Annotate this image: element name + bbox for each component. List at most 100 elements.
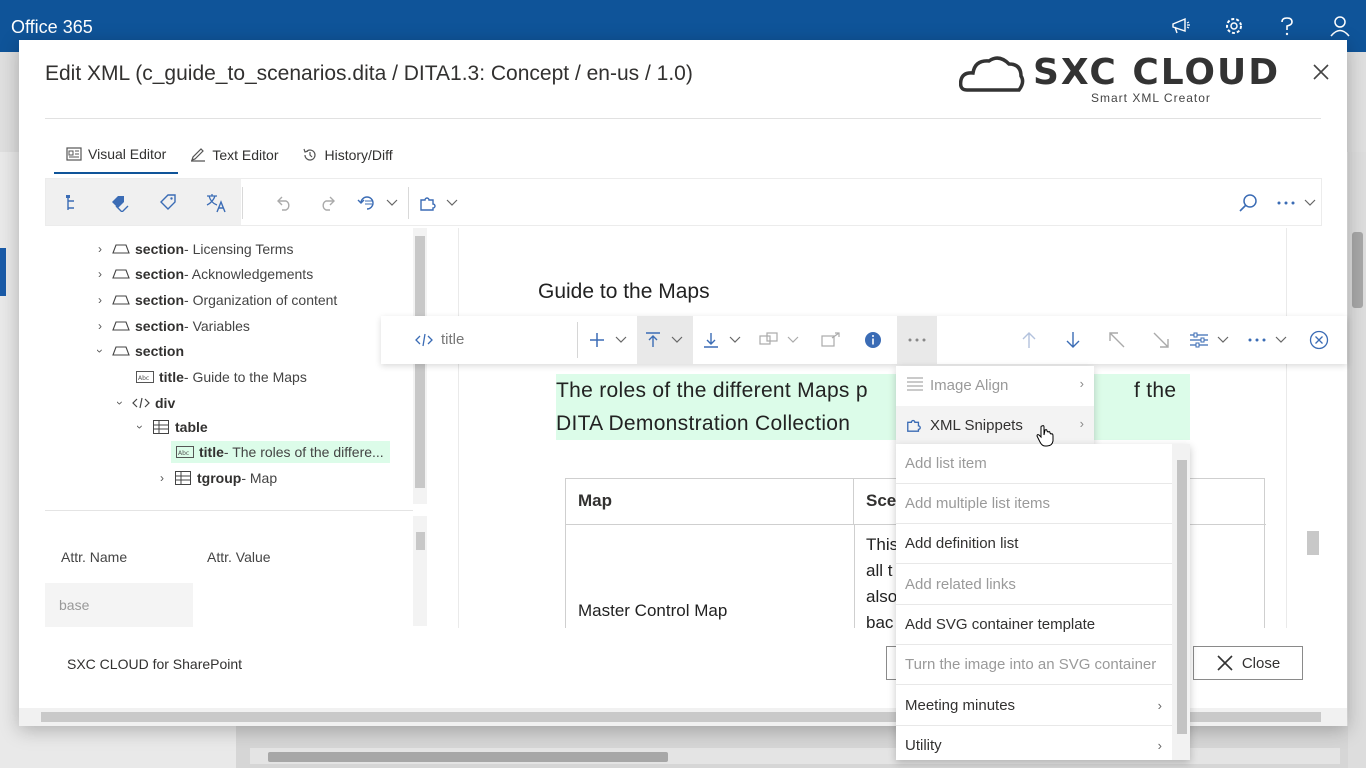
table-title-selected[interactable]: The roles of the different Maps p f the … [556, 374, 1190, 440]
help-icon[interactable] [1275, 14, 1299, 38]
chevron-down-icon[interactable] [665, 328, 689, 352]
move-down-icon[interactable] [1061, 328, 1085, 352]
megaphone-icon[interactable] [1169, 14, 1193, 38]
snippet-puzzle-icon[interactable] [416, 191, 440, 215]
o365-title[interactable]: Office 365 [11, 17, 93, 38]
gear-icon[interactable] [1222, 14, 1246, 38]
chevron-down-icon[interactable] [380, 191, 404, 215]
chevron-down-icon[interactable] [1269, 328, 1293, 352]
attr-scroll-thumb[interactable] [416, 532, 425, 550]
user-icon[interactable] [1328, 14, 1352, 38]
close-toolbar-icon[interactable] [1307, 328, 1331, 352]
tree-item[interactable]: › section - Acknowledgements [93, 263, 313, 285]
table-cell-desc-3[interactable]: also [866, 587, 897, 607]
chevron-down-icon[interactable] [723, 328, 747, 352]
convert-icon[interactable] [356, 191, 380, 215]
tree-view-icon[interactable] [60, 191, 84, 215]
chevron-right-icon[interactable]: › [93, 319, 107, 333]
tree-tag: section [135, 241, 185, 257]
table-cell-desc-2[interactable]: all t [866, 561, 892, 581]
snippet-add-related-links[interactable]: Add related links [896, 565, 1172, 605]
chevron-down-icon[interactable]: › [93, 344, 107, 358]
background-hscroll-thumb[interactable] [268, 752, 668, 762]
chevron-down-icon[interactable]: › [133, 420, 147, 434]
chevron-right-icon[interactable]: › [93, 293, 107, 307]
more-icon[interactable] [905, 328, 929, 352]
redo-icon[interactable] [316, 191, 340, 215]
snippet-label: Add related links [905, 576, 1016, 593]
snippet-add-multiple-list-items[interactable]: Add multiple list items [896, 484, 1172, 524]
demote-icon[interactable] [1149, 328, 1173, 352]
add-element-icon[interactable] [585, 328, 609, 352]
snippet-label: Add list item [905, 455, 987, 472]
tree-item[interactable]: › tgroup - Map [155, 467, 277, 489]
table-cell-desc-1[interactable]: This [866, 535, 898, 555]
snippet-utility[interactable]: Utility › [896, 726, 1172, 760]
translate-icon[interactable] [204, 191, 228, 215]
chevron-down-icon[interactable] [1211, 328, 1235, 352]
tag-icon[interactable] [156, 191, 180, 215]
submenu-scroll-thumb[interactable] [1177, 460, 1187, 734]
unwrap-icon[interactable] [819, 328, 843, 352]
table-col-divider [854, 525, 855, 628]
chevron-right-icon[interactable]: › [155, 471, 169, 485]
tree-item[interactable]: › table [133, 416, 208, 438]
tree-item[interactable]: › section - Variables [93, 315, 250, 337]
chevron-down-icon[interactable]: › [113, 396, 127, 410]
align-icon [906, 377, 924, 395]
menu-item-image-align[interactable]: Image Align › [896, 366, 1094, 404]
code-icon [131, 396, 151, 410]
editor-scrollbar[interactable] [1286, 228, 1322, 628]
tags-icon[interactable] [108, 191, 132, 215]
tree-item-selected[interactable]: Abc title - The roles of the differe... [171, 441, 390, 463]
background-nav-indicator [0, 248, 6, 296]
tree-item[interactable]: Abc title - Guide to the Maps [131, 366, 307, 388]
snippet-image-to-svg[interactable]: Turn the image into an SVG container [896, 645, 1172, 685]
tree-item[interactable]: › section - Licensing Terms [93, 238, 293, 260]
more-icon[interactable] [1274, 191, 1298, 215]
tab-visual-editor[interactable]: Visual Editor [54, 140, 179, 174]
dialog-close-icon[interactable] [1309, 60, 1333, 84]
tree-item[interactable]: › section - Organization of content [93, 289, 337, 311]
info-icon[interactable] [861, 328, 885, 352]
more-icon[interactable] [1245, 328, 1269, 352]
chevron-right-icon[interactable]: › [93, 267, 107, 281]
properties-icon[interactable] [1187, 328, 1211, 352]
search-icon[interactable] [1236, 191, 1260, 215]
tree-desc: - Licensing Terms [184, 241, 294, 257]
editor-scroll-thumb[interactable] [1307, 531, 1319, 555]
snippet-add-list-item[interactable]: Add list item [896, 444, 1172, 484]
background-scroll-thumb[interactable] [1352, 232, 1363, 308]
tree-item[interactable]: › section [93, 340, 184, 362]
tab-text-editor[interactable]: Text Editor [178, 140, 290, 174]
wrap-icon[interactable] [757, 328, 781, 352]
tree-item[interactable]: › div [113, 392, 175, 414]
table-cell-map[interactable]: Master Control Map [578, 601, 727, 621]
tree-desc: - The roles of the differe... [223, 444, 384, 460]
chevron-down-icon[interactable] [440, 191, 464, 215]
attr-value-input[interactable] [193, 583, 413, 627]
chevron-right-icon[interactable]: › [93, 242, 107, 256]
snippet-meeting-minutes[interactable]: Meeting minutes › [896, 686, 1172, 726]
table-title-line2: DITA Demonstration Collection [556, 412, 851, 435]
chevron-down-icon[interactable] [781, 328, 805, 352]
undo-icon[interactable] [272, 191, 296, 215]
snippet-add-svg-container[interactable]: Add SVG container template [896, 605, 1172, 645]
chevron-down-icon[interactable] [609, 328, 633, 352]
menu-item-xml-snippets[interactable]: XML Snippets › [896, 406, 1094, 444]
table-cell-desc-4[interactable]: bac [866, 613, 893, 628]
tab-label: History/Diff [324, 147, 393, 163]
table-header-map[interactable]: Map [566, 479, 854, 525]
move-up-icon[interactable] [1017, 328, 1041, 352]
promote-icon[interactable] [1105, 328, 1129, 352]
snippet-add-definition-list[interactable]: Add definition list [896, 524, 1172, 564]
close-button[interactable]: Close [1193, 646, 1303, 680]
section-title[interactable]: Guide to the Maps [538, 280, 710, 304]
tab-history-diff[interactable]: History/Diff [290, 140, 404, 174]
attr-name-cell: base [45, 583, 193, 627]
insert-below-icon[interactable] [699, 328, 723, 352]
tree-tag: title [159, 369, 184, 385]
chevron-down-icon[interactable] [1298, 191, 1322, 215]
insert-above-icon[interactable] [641, 328, 665, 352]
editor-tabs: Visual Editor Text Editor History/Diff [54, 140, 405, 174]
